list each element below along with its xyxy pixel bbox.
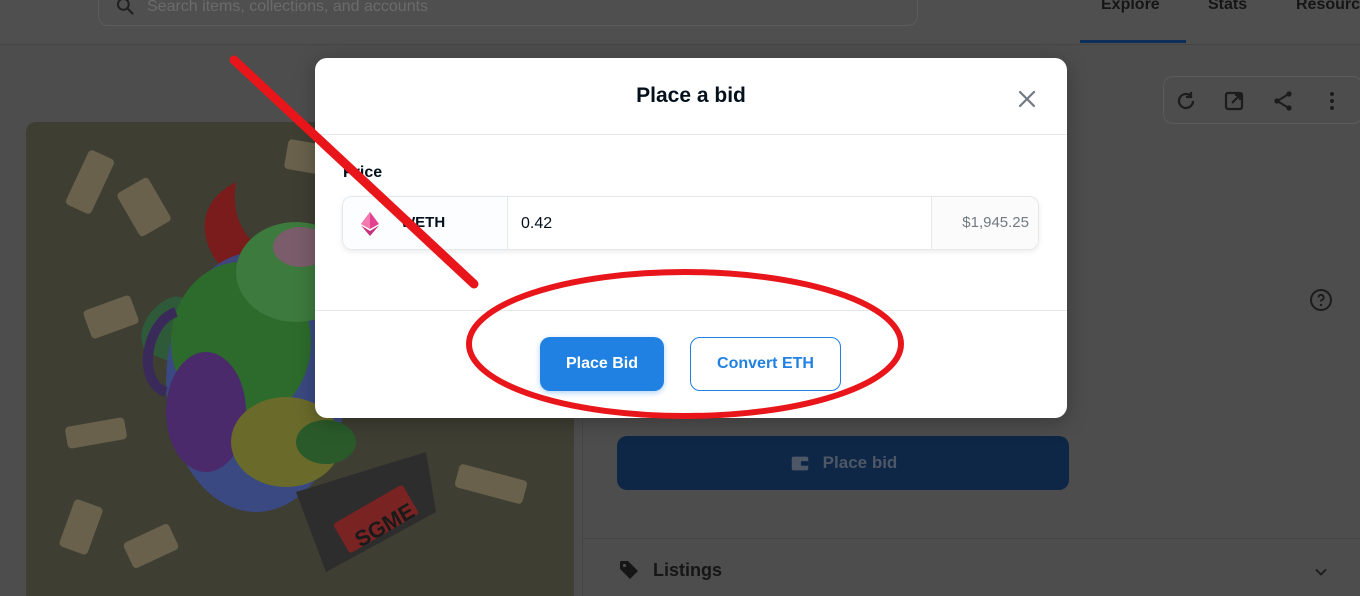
search-placeholder: Search items, collections, and accounts: [147, 0, 429, 15]
usd-value-display: $1,945.25: [931, 197, 1038, 249]
close-icon[interactable]: [1012, 84, 1042, 114]
search-icon: [116, 0, 134, 15]
convert-eth-button[interactable]: Convert ETH: [690, 337, 841, 391]
wallet-icon: [791, 456, 808, 471]
eth-icon: [361, 212, 379, 236]
place-bid-button[interactable]: Place Bid: [540, 337, 664, 391]
nav-tab-resources[interactable]: Resources: [1296, 0, 1360, 14]
currency-selector[interactable]: WETH: [343, 197, 508, 249]
currency-code: WETH: [401, 214, 446, 231]
search-bar[interactable]: Search items, collections, and accounts: [98, 0, 918, 26]
listings-section-header[interactable]: Listings: [617, 558, 722, 582]
more-icon[interactable]: [1320, 89, 1344, 113]
place-bid-background-label: Place bid: [822, 453, 898, 472]
bid-amount-field-wrapper: [507, 197, 931, 249]
active-tab-indicator: [1080, 40, 1186, 43]
listings-label: Listings: [653, 559, 723, 580]
nav-tab-explore[interactable]: Explore: [1101, 0, 1160, 14]
modal-title: Place a bid: [636, 84, 746, 107]
share-icon[interactable]: [1271, 89, 1295, 113]
help-icon[interactable]: [1309, 288, 1333, 312]
place-bid-button-background[interactable]: Place bid: [617, 436, 1069, 490]
nav-tab-stats[interactable]: Stats: [1208, 0, 1247, 14]
tag-icon: [620, 561, 638, 579]
price-label: Price: [343, 164, 383, 181]
chevron-down-icon[interactable]: [1311, 562, 1331, 582]
modal-footer-divider: [315, 310, 1067, 311]
usd-value: $1,945.25: [962, 214, 1029, 231]
bid-amount-input[interactable]: [519, 197, 923, 249]
item-toolbar: [1163, 76, 1360, 124]
open-external-icon[interactable]: [1222, 89, 1246, 113]
refresh-icon[interactable]: [1174, 89, 1198, 113]
top-navigation-bar: Search items, collections, and accounts …: [0, 0, 1360, 45]
price-input-group: WETH $1,945.25: [342, 196, 1039, 250]
place-bid-modal: Place a bid Price WETH $1,945.25 Place B…: [315, 58, 1067, 418]
section-divider: [583, 538, 1360, 539]
modal-header: Place a bid: [315, 58, 1067, 135]
